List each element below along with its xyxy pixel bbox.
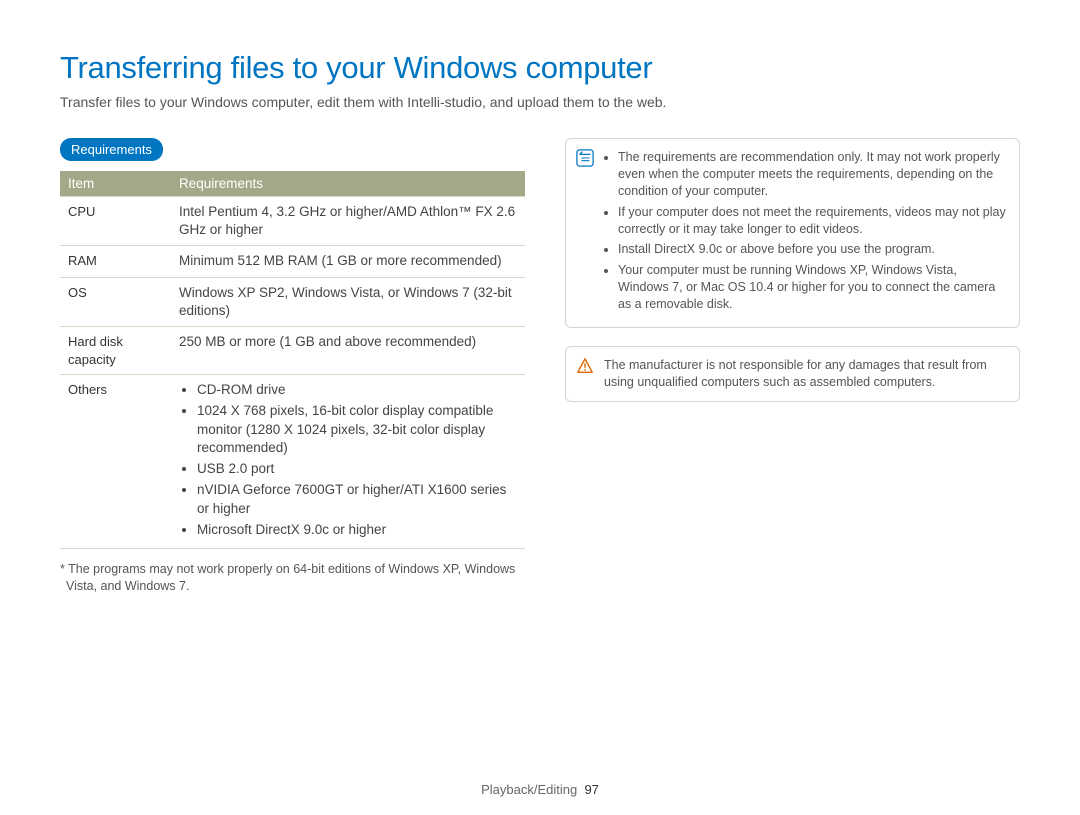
footer-section: Playback/Editing (481, 782, 577, 797)
note-item: Your computer must be running Windows XP… (618, 262, 1007, 313)
warning-icon (576, 357, 594, 375)
page-title: Transferring files to your Windows compu… (60, 50, 1020, 86)
others-item: 1024 X 768 pixels, 16-bit color display … (197, 402, 517, 457)
row-cpu-val: Intel Pentium 4, 3.2 GHz or higher/AMD A… (171, 197, 525, 246)
section-heading: Requirements (60, 138, 163, 161)
note-item: If your computer does not meet the requi… (618, 204, 1007, 238)
requirements-table: Item Requirements CPU Intel Pentium 4, 3… (60, 171, 525, 549)
others-item: Microsoft DirectX 9.0c or higher (197, 521, 517, 539)
warning-text: The manufacturer is not responsible for … (604, 358, 987, 389)
note-icon (576, 149, 594, 167)
row-hd-val: 250 MB or more (1 GB and above recommend… (171, 327, 525, 375)
intro-text: Transfer files to your Windows computer,… (60, 94, 1020, 110)
row-os-label: OS (60, 277, 171, 326)
row-others-label: Others (60, 375, 171, 549)
row-os-val: Windows XP SP2, Windows Vista, or Window… (171, 277, 525, 326)
footnote: * The programs may not work properly on … (60, 561, 525, 595)
th-item: Item (60, 171, 171, 197)
row-cpu-label: CPU (60, 197, 171, 246)
th-req: Requirements (171, 171, 525, 197)
row-ram-label: RAM (60, 246, 171, 277)
others-item: USB 2.0 port (197, 460, 517, 478)
warning-box: The manufacturer is not responsible for … (565, 346, 1020, 402)
others-item: CD-ROM drive (197, 381, 517, 399)
row-hd-label: Hard disk capacity (60, 327, 171, 375)
others-item: nVIDIA Geforce 7600GT or higher/ATI X160… (197, 481, 517, 517)
row-others-val: CD-ROM drive 1024 X 768 pixels, 16-bit co… (171, 375, 525, 549)
footer-page: 97 (584, 782, 598, 797)
note-box: The requirements are recommendation only… (565, 138, 1020, 328)
note-item: Install DirectX 9.0c or above before you… (618, 241, 1007, 258)
note-item: The requirements are recommendation only… (618, 149, 1007, 200)
page-footer: Playback/Editing 97 (0, 782, 1080, 797)
row-ram-val: Minimum 512 MB RAM (1 GB or more recomme… (171, 246, 525, 277)
